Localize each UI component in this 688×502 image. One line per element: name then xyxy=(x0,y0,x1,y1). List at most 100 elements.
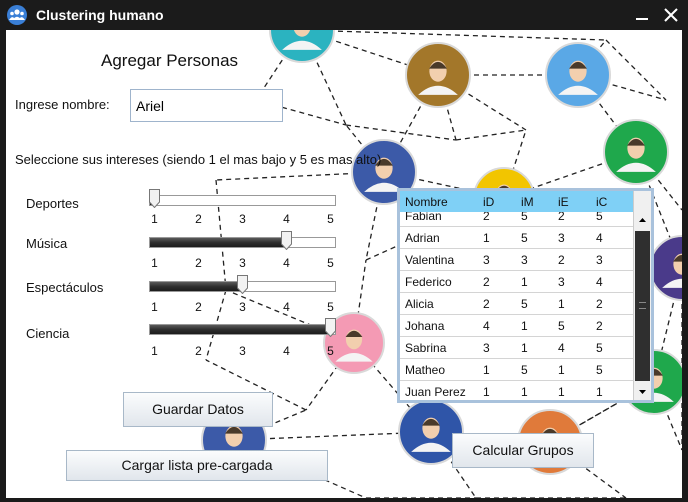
table-scrollbar[interactable] xyxy=(633,191,651,400)
table-cell: 1 xyxy=(483,385,490,399)
slider-fill xyxy=(150,325,332,334)
person-avatar-icon xyxy=(545,42,611,108)
slider-tick-labels: 1 2 3 4 5 xyxy=(149,344,349,358)
name-input[interactable] xyxy=(130,89,283,122)
tick-label: 1 xyxy=(151,344,158,358)
table-cell: 2 xyxy=(483,275,490,289)
table-cell: 4 xyxy=(596,275,603,289)
calculate-groups-button[interactable]: Calcular Grupos xyxy=(452,433,594,468)
table-cell: Adrian xyxy=(405,231,440,245)
column-header[interactable]: iM xyxy=(521,195,534,209)
people-table: Nombre iD iM iE iC Fabian 2 5 2 5 Adrian 1 5 3 4 Valen… xyxy=(397,188,654,403)
tick-label: 4 xyxy=(283,256,290,270)
table-cell: Federico xyxy=(405,275,452,289)
table-cell: 3 xyxy=(483,253,490,267)
table-body: Fabian 2 5 2 5 Adrian 1 5 3 4 Valentina 3 3 2 3 Federic… xyxy=(400,212,633,400)
tick-label: 5 xyxy=(327,300,334,314)
table-cell: Fabian xyxy=(405,212,442,223)
tick-label: 2 xyxy=(195,344,202,358)
slider-thumb[interactable] xyxy=(281,231,292,251)
table-header: Nombre iD iM iE iC xyxy=(400,191,633,212)
table-cell: 1 xyxy=(521,275,528,289)
people-group-icon xyxy=(7,5,27,25)
tick-label: 3 xyxy=(239,300,246,314)
table-cell: Matheo xyxy=(405,363,446,377)
scroll-thumb[interactable] xyxy=(635,231,650,381)
tick-label: 5 xyxy=(327,212,334,226)
table-cell: 2 xyxy=(596,297,603,311)
table-cell: 1 xyxy=(483,231,490,245)
close-button[interactable] xyxy=(662,6,680,24)
person-avatar-icon xyxy=(649,235,682,301)
tick-label: 4 xyxy=(283,344,290,358)
table-row[interactable]: Fabian 2 5 2 5 xyxy=(400,212,633,227)
interest-slider[interactable] xyxy=(149,231,337,251)
table-cell: 1 xyxy=(521,319,528,333)
table-cell: Johana xyxy=(405,319,445,333)
slider-fill xyxy=(150,282,244,291)
table-cell: 1 xyxy=(558,297,565,311)
person-avatar-icon xyxy=(269,30,335,63)
slider-track[interactable] xyxy=(149,237,336,248)
minimize-button[interactable] xyxy=(634,6,652,24)
column-header[interactable]: Nombre xyxy=(405,195,448,209)
column-header[interactable]: iD xyxy=(483,195,494,209)
table-row[interactable]: Johana 4 1 5 2 xyxy=(400,315,633,337)
window-title: Clustering humano xyxy=(36,7,164,23)
table-cell: 4 xyxy=(596,231,603,245)
slider-thumb[interactable] xyxy=(149,189,160,209)
scroll-down-button[interactable] xyxy=(634,383,651,400)
column-header[interactable]: iE xyxy=(558,195,569,209)
table-cell: 5 xyxy=(596,363,603,377)
table-row[interactable]: Alicia 2 5 1 2 xyxy=(400,293,633,315)
table-cell: 1 xyxy=(558,385,565,399)
interests-label: Seleccione sus intereses (siendo 1 el ma… xyxy=(15,152,382,167)
table-row[interactable]: Adrian 1 5 3 4 xyxy=(400,227,633,249)
table-cell: 4 xyxy=(558,341,565,355)
tick-label: 4 xyxy=(283,212,290,226)
table-cell: 3 xyxy=(596,253,603,267)
slider-track[interactable] xyxy=(149,195,336,206)
table-cell: 2 xyxy=(483,297,490,311)
table-row[interactable]: Valentina 3 3 2 3 xyxy=(400,249,633,271)
slider-label: Ciencia xyxy=(26,326,70,341)
table-cell: 5 xyxy=(558,319,565,333)
slider-thumb[interactable] xyxy=(325,318,336,338)
table-cell: Alicia xyxy=(405,297,434,311)
tick-label: 5 xyxy=(327,344,334,358)
slider-label: Espectáculos xyxy=(26,280,104,295)
table-row[interactable]: Matheo 1 5 1 5 xyxy=(400,359,633,381)
load-preset-button[interactable]: Cargar lista pre-cargada xyxy=(66,450,328,481)
tick-label: 2 xyxy=(195,256,202,270)
person-avatar-icon xyxy=(603,119,669,185)
arrow-down-icon xyxy=(639,390,646,394)
table-cell: 2 xyxy=(596,319,603,333)
column-header[interactable]: iC xyxy=(596,195,607,209)
table-cell: 3 xyxy=(558,231,565,245)
table-cell: Juan Perez xyxy=(405,385,466,399)
table-cell: 3 xyxy=(521,253,528,267)
interest-slider[interactable] xyxy=(149,189,337,209)
person-avatar-icon xyxy=(405,42,471,108)
save-button[interactable]: Guardar Datos xyxy=(123,392,273,427)
table-cell: 5 xyxy=(521,363,528,377)
slider-thumb[interactable] xyxy=(237,275,248,295)
slider-tick-labels: 1 2 3 4 5 xyxy=(149,212,349,226)
interest-slider[interactable] xyxy=(149,318,337,338)
scroll-up-button[interactable] xyxy=(634,212,651,229)
main-panel: Agregar Personas Ingrese nombre: Selecci… xyxy=(6,30,682,498)
table-cell: Sabrina xyxy=(405,341,447,355)
table-row[interactable]: Sabrina 3 1 4 5 xyxy=(400,337,633,359)
table-cell: 5 xyxy=(596,212,603,223)
slider-track[interactable] xyxy=(149,324,336,335)
slider-tick-labels: 1 2 3 4 5 xyxy=(149,256,349,270)
table-cell: 1 xyxy=(521,385,528,399)
table-row[interactable]: Federico 2 1 3 4 xyxy=(400,271,633,293)
tick-label: 2 xyxy=(195,300,202,314)
name-label: Ingrese nombre: xyxy=(15,97,110,112)
interest-slider[interactable] xyxy=(149,275,337,295)
table-row[interactable]: Juan Perez 1 1 1 1 xyxy=(400,381,633,400)
tick-label: 1 xyxy=(151,212,158,226)
table-cell: 5 xyxy=(521,231,528,245)
title-bar[interactable]: Clustering humano xyxy=(0,0,688,30)
